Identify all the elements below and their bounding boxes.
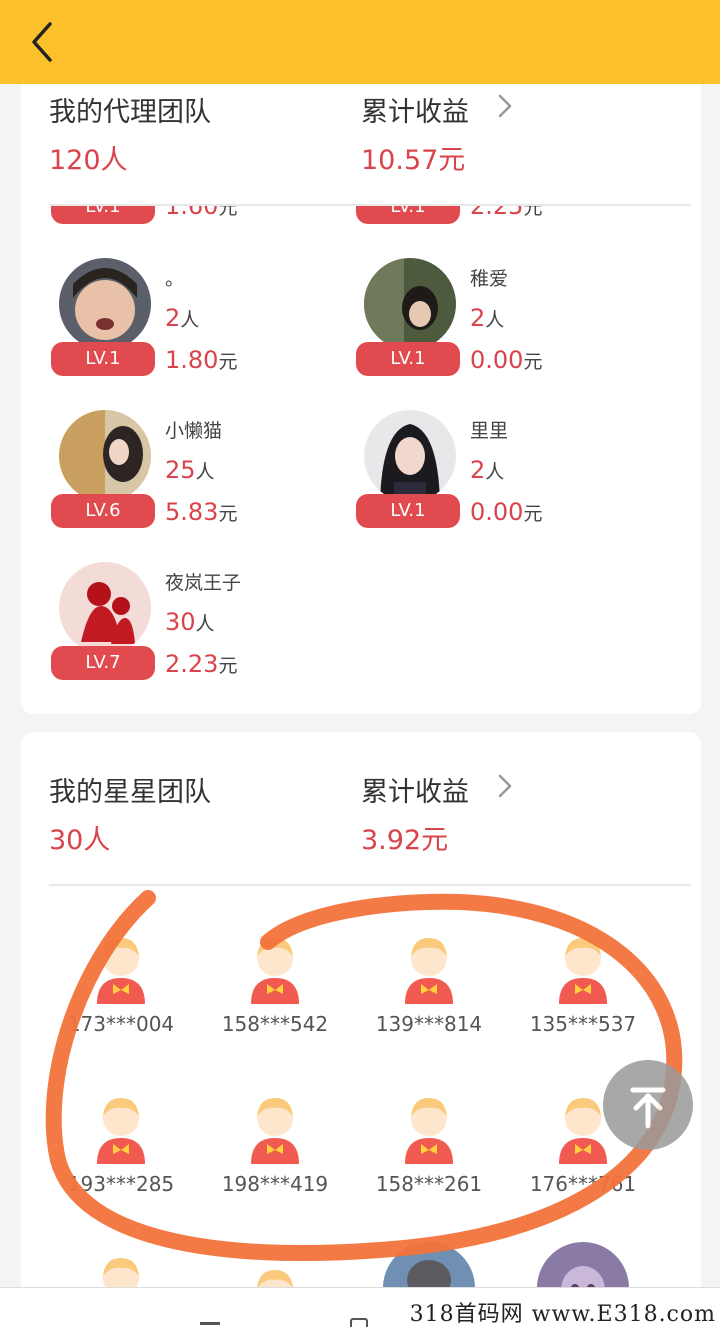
member-money: 1.80元 bbox=[165, 346, 238, 374]
star-income-label[interactable]: 累计收益 bbox=[361, 770, 469, 809]
default-avatar-icon bbox=[257, 1270, 293, 1287]
avatar bbox=[364, 410, 456, 502]
divider bbox=[49, 204, 691, 206]
avatar bbox=[537, 1242, 629, 1287]
star-income-value: 3.92元 bbox=[361, 825, 449, 856]
star-member[interactable]: 139***814 bbox=[354, 932, 504, 1052]
partial-star-row bbox=[21, 1242, 701, 1287]
avatar bbox=[383, 1242, 475, 1287]
chevron-right-icon[interactable] bbox=[495, 772, 515, 800]
member-count: 30人 bbox=[165, 608, 215, 636]
star-member-phone: 198***419 bbox=[221, 1172, 329, 1196]
star-member-phone: 158***542 bbox=[221, 1012, 329, 1036]
default-avatar-icon bbox=[405, 1098, 453, 1164]
arrow-up-icon bbox=[630, 1087, 666, 1129]
member-name: 夜岚王子 bbox=[165, 572, 242, 594]
member-name: 稚爱 bbox=[470, 268, 509, 290]
default-avatar-icon bbox=[97, 938, 145, 1004]
chevron-right-icon[interactable] bbox=[495, 92, 515, 120]
chevron-left-icon bbox=[32, 22, 52, 62]
agent-income-label[interactable]: 累计收益 bbox=[361, 90, 469, 129]
nav-home-icon[interactable] bbox=[200, 1322, 220, 1325]
avatar bbox=[364, 258, 456, 350]
member-money: 2.25元 bbox=[470, 206, 543, 220]
default-avatar-icon bbox=[97, 1098, 145, 1164]
divider bbox=[49, 884, 691, 886]
partial-member-row: LV.1 1.60元 LV.1 2.25元 bbox=[21, 206, 701, 230]
default-avatar-icon bbox=[103, 1258, 139, 1287]
nav-recent-icon[interactable] bbox=[350, 1318, 368, 1327]
member-money: 0.00元 bbox=[470, 498, 543, 526]
member-card[interactable]: LV.1 。 2人 1.80元 bbox=[51, 258, 361, 398]
star-team-card: 我的星星团队 30人 累计收益 3.92元 173***004 158***54… bbox=[21, 732, 701, 1327]
member-name: 。 bbox=[165, 268, 185, 290]
star-member-phone: 135***537 bbox=[529, 1012, 637, 1036]
star-member[interactable]: 198***419 bbox=[200, 1092, 350, 1212]
member-card[interactable]: LV.7 夜岚王子 30人 2.23元 bbox=[51, 562, 361, 702]
star-member[interactable]: 173***004 bbox=[46, 932, 196, 1052]
member-money: 1.60元 bbox=[165, 206, 238, 220]
member-money: 0.00元 bbox=[470, 346, 543, 374]
member-count: 2人 bbox=[470, 304, 505, 332]
star-team-count: 30人 bbox=[49, 825, 111, 856]
back-button[interactable] bbox=[22, 18, 66, 66]
agent-income-value: 10.57元 bbox=[361, 145, 466, 176]
level-badge: LV.1 bbox=[356, 342, 460, 376]
member-count: 25人 bbox=[165, 456, 215, 484]
avatar bbox=[59, 410, 151, 502]
level-badge: LV.1 bbox=[356, 494, 460, 528]
default-avatar-icon bbox=[405, 938, 453, 1004]
member-card[interactable]: LV.6 小懒猫 25人 5.83元 bbox=[51, 410, 361, 550]
default-avatar-icon bbox=[251, 938, 299, 1004]
scroll-top-button[interactable] bbox=[603, 1060, 693, 1150]
member-name: 小懒猫 bbox=[165, 420, 223, 442]
member-count: 2人 bbox=[165, 304, 200, 332]
star-member-phone: 193***285 bbox=[67, 1172, 175, 1196]
star-member-phone: 176***761 bbox=[529, 1172, 637, 1196]
watermark-text: 318首码网 www.E318.com bbox=[409, 1302, 716, 1327]
star-member[interactable]: 158***542 bbox=[200, 932, 350, 1052]
star-member-phone: 139***814 bbox=[375, 1012, 483, 1036]
level-badge: LV.6 bbox=[51, 494, 155, 528]
member-card[interactable]: LV.1 里里 2人 0.00元 bbox=[356, 410, 666, 550]
bottom-bar: 318首码网 www.E318.com bbox=[0, 1287, 720, 1327]
member-card[interactable]: LV.1 稚爱 2人 0.00元 bbox=[356, 258, 666, 398]
member-money: 5.83元 bbox=[165, 498, 238, 526]
default-avatar-icon bbox=[251, 1098, 299, 1164]
level-badge: LV.7 bbox=[51, 646, 155, 680]
member-count: 2人 bbox=[470, 456, 505, 484]
agent-team-count: 120人 bbox=[49, 145, 128, 176]
avatar bbox=[59, 562, 151, 654]
star-team-title: 我的星星团队 bbox=[49, 777, 211, 808]
star-member-phone: 173***004 bbox=[67, 1012, 175, 1036]
star-member-phone: 158***261 bbox=[375, 1172, 483, 1196]
star-member[interactable]: 158***261 bbox=[354, 1092, 504, 1212]
level-badge: LV.1 bbox=[51, 206, 155, 224]
member-name: 里里 bbox=[470, 420, 509, 442]
star-member[interactable]: 135***537 bbox=[508, 932, 658, 1052]
avatar bbox=[59, 258, 151, 350]
level-badge: LV.1 bbox=[356, 206, 460, 224]
star-member[interactable]: 193***285 bbox=[46, 1092, 196, 1212]
agent-team-card: 我的代理团队 120人 累计收益 10.57元 LV.1 1.60元 LV.1 … bbox=[21, 60, 701, 714]
top-bar bbox=[0, 0, 720, 84]
level-badge: LV.1 bbox=[51, 342, 155, 376]
default-avatar-icon bbox=[559, 938, 607, 1004]
member-money: 2.23元 bbox=[165, 650, 238, 678]
agent-team-title: 我的代理团队 bbox=[49, 97, 211, 128]
